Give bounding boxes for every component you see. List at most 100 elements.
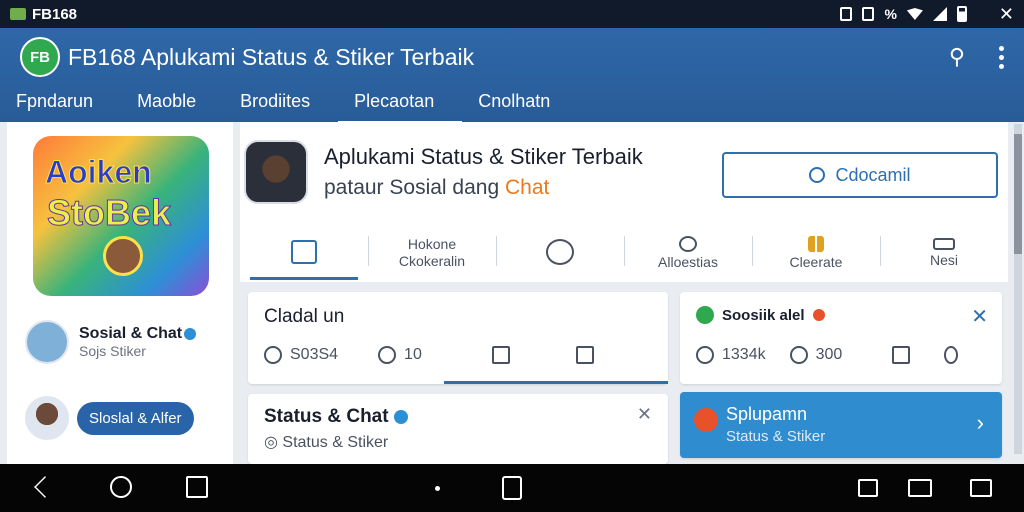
share-button[interactable]: 10 <box>378 346 422 364</box>
page-title: Aplukami Status & Stiker Terbaik <box>324 144 643 169</box>
post-card[interactable]: Soosiik alel ✕ 1334k 300 <box>680 292 1002 384</box>
edit-button[interactable] <box>892 346 911 364</box>
status-app: FB168 <box>10 6 77 23</box>
post-card[interactable]: Status & Chat ◎ Status & Stiker ✕ <box>248 394 668 464</box>
status-app-name: FB168 <box>32 5 78 23</box>
tab-cleerate[interactable]: Cleerate <box>752 226 880 280</box>
window-icon <box>933 238 955 250</box>
cta-button[interactable]: Cdocamil <box>722 152 998 198</box>
home-circle-icon[interactable] <box>110 476 132 498</box>
person-icon <box>944 346 959 364</box>
heart-button[interactable]: 300 <box>789 346 843 364</box>
signal-icon <box>932 7 947 21</box>
tab-plecaotan[interactable]: Plecaotan <box>338 86 463 124</box>
app-header-card: Aplukami Status & Stiker Terbaik pataur … <box>240 122 1008 282</box>
tab-hokone[interactable]: Hokone Ckokeralin <box>368 226 496 280</box>
sim-icon <box>840 7 853 21</box>
list-item-sub: Sojs Stiker <box>79 343 146 359</box>
close-icon[interactable]: ✕ <box>637 404 652 425</box>
verified-icon <box>393 409 408 424</box>
app-bar: FB FB168 Aplukami Status & Stiker Terbai… <box>0 28 1024 124</box>
card-title: Splupamn <box>726 404 808 424</box>
section-label: Cleerate <box>789 254 843 270</box>
section-label: Hokone Ckokeralin <box>398 236 466 269</box>
comment-count: S03S4 <box>290 346 339 363</box>
top-tabs: Fpndarun Maoble Brodiites Plecaotan Cnol… <box>0 86 1024 124</box>
tab-alloestias[interactable]: Alloestias <box>624 226 752 280</box>
search-icon[interactable]: ⚲ <box>949 44 965 70</box>
tab-home[interactable] <box>240 226 368 280</box>
tab-fpndarun[interactable]: Fpndarun <box>16 86 105 122</box>
card-title: Soosiik alel <box>722 306 805 324</box>
tab-maoble[interactable]: Maoble <box>137 86 208 122</box>
calendar-icon[interactable] <box>858 479 878 497</box>
home-icon <box>291 240 317 264</box>
close-icon[interactable]: ✕ <box>999 4 1014 25</box>
list-item[interactable]: Sosial & Chat Sojs Stiker <box>25 320 197 364</box>
tab-cnolhatn[interactable]: Cnolhatn <box>478 86 562 122</box>
scrollbar[interactable] <box>1014 124 1022 454</box>
cast-icon[interactable] <box>908 479 932 497</box>
list-item-pill[interactable]: Sloslal & Alfer <box>77 401 194 435</box>
section-tabs: Hokone Ckokeralin Alloestias Cleerate Ne… <box>240 226 1008 280</box>
subtitle-prefix: pataur Sosial dang <box>324 176 505 199</box>
comment-button[interactable]: S03S4 <box>264 346 338 364</box>
promo-card[interactable]: Splupamn Status & Stiker › <box>680 392 1002 458</box>
percent-icon: % <box>884 6 897 22</box>
status-icons: % ✕ <box>840 4 1014 25</box>
like-button[interactable]: 1334k <box>696 346 766 364</box>
avatar <box>25 396 69 440</box>
tab-chat[interactable] <box>496 226 624 280</box>
app-title: FB168 Aplukami Status & Stiker Terbaik <box>68 43 475 70</box>
battery-icon <box>956 6 967 22</box>
scrollbar-thumb[interactable] <box>1014 134 1022 254</box>
verified-icon <box>184 327 197 340</box>
mail-icon <box>575 346 594 364</box>
feature-face-icon <box>103 236 143 276</box>
mail-button[interactable] <box>491 346 510 364</box>
recents-icon[interactable] <box>186 476 208 498</box>
mail-icon <box>491 346 510 364</box>
system-nav-bar <box>0 464 1024 512</box>
chat-bubble-icon <box>546 239 574 265</box>
card-subtitle: Status & Stiker <box>726 428 826 445</box>
chat-icon <box>809 167 826 183</box>
chevron-right-icon[interactable]: › <box>977 410 984 436</box>
bars-icon <box>808 236 824 252</box>
screenshot-icon <box>862 7 875 21</box>
heart-icon <box>789 346 808 364</box>
tab-nesi[interactable]: Nesi <box>880 226 1008 280</box>
subtitle-highlight: Chat <box>504 176 550 199</box>
card-title: Status & Chat <box>264 406 389 427</box>
section-label: Nesi <box>929 252 958 268</box>
alarm-icon <box>679 236 697 252</box>
like-count: 1334k <box>722 346 766 363</box>
feature-text-2: StoBek <box>46 192 172 234</box>
tab-brodiites[interactable]: Brodiites <box>240 86 322 122</box>
windows-icon[interactable] <box>970 479 992 497</box>
app-notification-icon <box>10 8 26 20</box>
page-subtitle: pataur Sosial dang Chat <box>324 176 549 200</box>
mail-button[interactable] <box>575 346 594 364</box>
document-icon[interactable] <box>502 476 522 500</box>
post-card[interactable]: Cladal un S03S4 10 <box>248 292 668 384</box>
emoji-icon <box>812 309 825 321</box>
back-icon[interactable] <box>34 476 56 498</box>
edit-icon <box>892 346 911 364</box>
feature-text-1: Aoiken <box>45 154 153 191</box>
card-title: Cladal un <box>264 306 345 327</box>
list-item[interactable]: Sloslal & Alfer <box>25 396 194 440</box>
more-menu-icon[interactable] <box>999 45 1004 69</box>
profile-button[interactable] <box>944 346 959 364</box>
status-bar: FB168 % ✕ <box>0 0 1024 28</box>
badge-icon <box>696 306 714 324</box>
card-subtitle: ◎ Status & Stiker <box>264 434 389 451</box>
list-item-name: Sosial & Chat <box>79 325 183 342</box>
sticker-icon <box>694 408 718 432</box>
close-icon[interactable]: ✕ <box>971 304 988 329</box>
left-column: Aoiken StoBek Sosial & Chat Sojs Stiker … <box>7 122 233 464</box>
feature-image[interactable]: Aoiken StoBek <box>33 136 209 296</box>
section-label: Alloestias <box>658 254 718 270</box>
like-icon <box>696 346 714 364</box>
heart-count: 300 <box>815 346 843 363</box>
